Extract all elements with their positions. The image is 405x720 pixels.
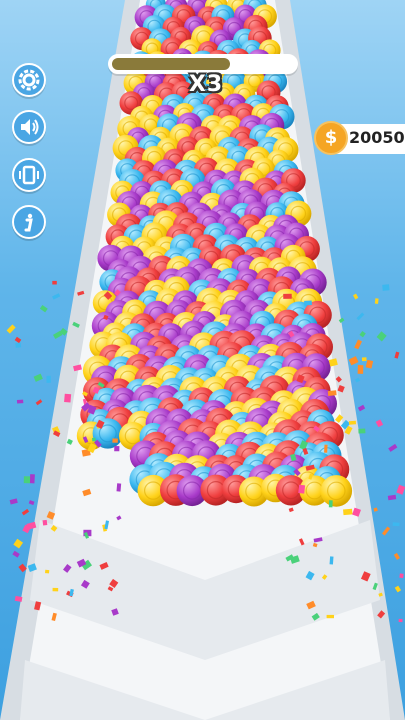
info-icon [24,213,33,232]
coin-icon: $ [314,121,348,155]
confetti-piece [33,373,43,382]
confetti-piece [394,585,402,593]
confetti-piece [21,508,30,516]
confetti-piece [382,526,391,536]
confetti-piece [29,474,35,484]
confetti-piece [15,342,22,348]
confetti-piece [14,595,23,602]
confetti-piece [304,300,312,306]
confetti-piece [353,293,359,300]
level-progress-fill [112,58,230,70]
confetti-piece [52,280,57,285]
confetti-piece [399,573,404,579]
confetti-piece [6,324,16,334]
multiplier-label: X3 [188,72,224,97]
gear-icon [18,69,40,91]
confetti-piece [327,390,337,396]
confetti-piece [112,438,118,443]
confetti-piece [283,293,292,299]
confetti-piece [42,519,48,526]
confetti-piece [14,336,22,344]
confetti-piece [16,399,24,404]
confetti-piece [361,357,367,362]
confetti-piece [357,365,364,374]
confetti-piece [373,507,378,512]
confetti-piece [116,483,122,492]
confetti-piece [375,419,384,428]
confetti-piece [39,305,48,313]
confetti-piece [358,428,366,434]
vibration-button[interactable] [12,158,46,192]
confetti-piece [374,298,379,304]
confetti-piece [365,359,374,369]
confetti-piece [357,404,366,412]
confetti-piece [326,614,334,619]
settings-button[interactable] [12,63,46,97]
confetti-piece [359,330,366,338]
vibration-icon [19,165,39,185]
confetti-piece [64,393,72,403]
info-button[interactable] [12,205,46,239]
confetti-piece [356,312,365,321]
confetti-piece [398,618,403,623]
confetti-piece [52,587,59,592]
confetti-piece [388,443,398,452]
confetti-piece [13,538,24,549]
confetti-piece [393,552,400,560]
confetti-piece [329,556,334,565]
confetti-piece [382,284,390,291]
confetti-piece [92,437,96,442]
sound-button[interactable] [12,110,46,144]
confetti-piece [18,563,27,573]
ball [320,475,353,507]
confetti-piece [343,508,353,516]
speaker-icon [21,119,39,135]
confetti-piece [46,375,51,383]
confetti-piece [114,446,120,452]
confetti-piece [348,356,359,366]
confetti-piece [23,476,31,484]
confetti-piece [324,444,328,453]
confetti-piece [52,293,61,300]
confetti-piece [348,420,357,425]
confetti-piece [9,498,18,505]
confetti-piece [387,494,397,501]
confetti-piece [45,569,50,574]
confetti-piece [298,484,306,494]
confetti-piece [394,351,400,359]
confetti-piece [396,484,405,495]
confetti-piece [328,500,333,508]
coin-count: 20050 [349,128,405,147]
game-scene [0,0,405,720]
confetti-piece [35,399,43,406]
confetti-piece [354,339,362,350]
confetti-piece [354,377,361,383]
confetti-piece [28,500,35,506]
confetti-piece [392,522,400,527]
level-progress-bar [108,54,298,74]
confetti-piece [376,331,387,342]
confetti-piece [12,550,20,558]
